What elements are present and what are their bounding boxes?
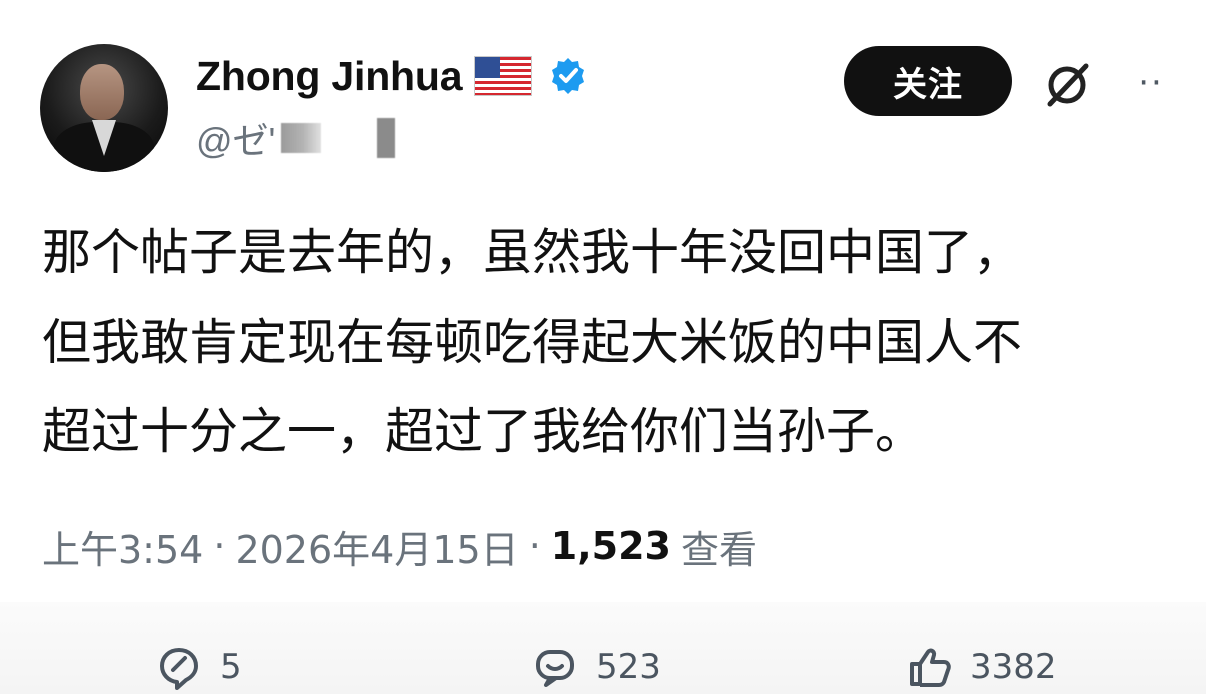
post-meta: 上午3:54 · 2026年4月15日 · 1,523 查看 [42,516,757,576]
reply-count: 5 [220,647,242,687]
comment-icon [536,650,574,687]
redaction-blur [281,123,322,153]
redaction-blur [377,118,396,158]
reply-icon [160,648,198,690]
post-date[interactable]: 2026年4月15日 [235,519,518,574]
meta-separator: · [213,524,226,568]
views-count[interactable]: 1,523 [551,524,671,568]
post-text-line: 超过十分之一，超过了我给你们当孙子。 [42,403,925,461]
post-text-line: 但我敢肯定现在每顿吃得起大米饭的中国人不 [42,313,1023,371]
follow-button[interactable]: 关注 [844,46,1012,116]
author-display-name[interactable]: Zhong Jinhua [196,53,463,100]
verified-badge-icon [552,58,585,94]
post-text-line: 那个帖子是去年的，虽然我十年没回中国了， [42,224,1023,281]
author-handle-row: @ゼ' [196,112,396,164]
like-count: 3382 [970,647,1057,687]
comment-button[interactable]: 523 [532,644,661,690]
avatar-face [80,64,124,120]
post-text: 那个帖子是去年的，虽然我十年没回中国了， 但我敢肯定现在每顿吃得起大米饭的中国人… [42,208,1182,477]
engagement-bar: 5 523 3382 [0,644,1206,694]
thumbs-up-icon [910,648,951,687]
reply-button[interactable]: 5 [156,644,242,690]
views-label: 查看 [680,527,757,572]
grok-icon-shape [1047,63,1089,107]
comment-count: 523 [596,647,661,687]
like-button[interactable]: 3382 [906,644,1057,690]
meta-separator: · [528,524,541,568]
grok-icon[interactable] [1040,58,1094,112]
us-flag-canton [475,57,501,78]
post-time[interactable]: 上午3:54 [42,519,203,574]
author-name-row: Zhong Jinhua [196,50,588,102]
author-handle[interactable]: @ゼ' [196,112,275,164]
avatar[interactable] [40,44,168,172]
us-flag-icon [474,56,533,96]
more-options-button[interactable]: ·· [1126,62,1176,104]
post-card: Zhong Jinhua @ゼ' 关注 ·· 那个帖子是去年的，虽然我十年没回中… [0,0,1206,694]
